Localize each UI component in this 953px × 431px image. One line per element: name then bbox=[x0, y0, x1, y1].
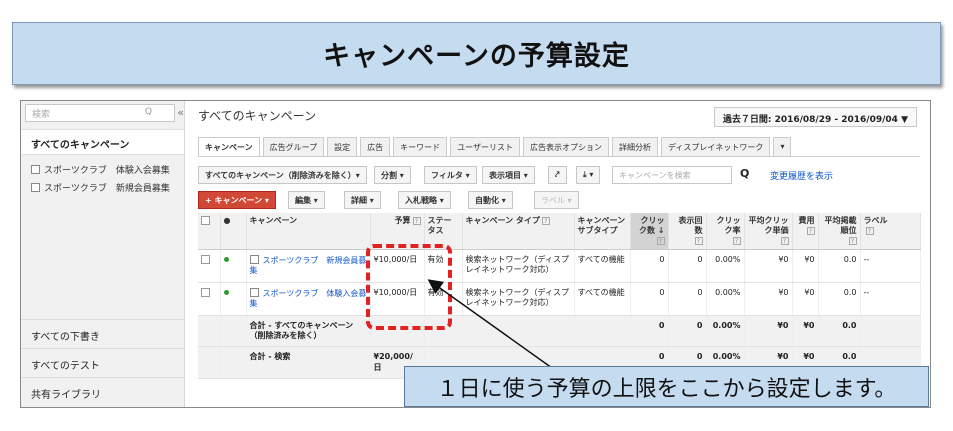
arrow-line bbox=[427, 279, 553, 369]
callout-box: １日に使う予算の上限をここから設定します。 bbox=[404, 366, 929, 407]
